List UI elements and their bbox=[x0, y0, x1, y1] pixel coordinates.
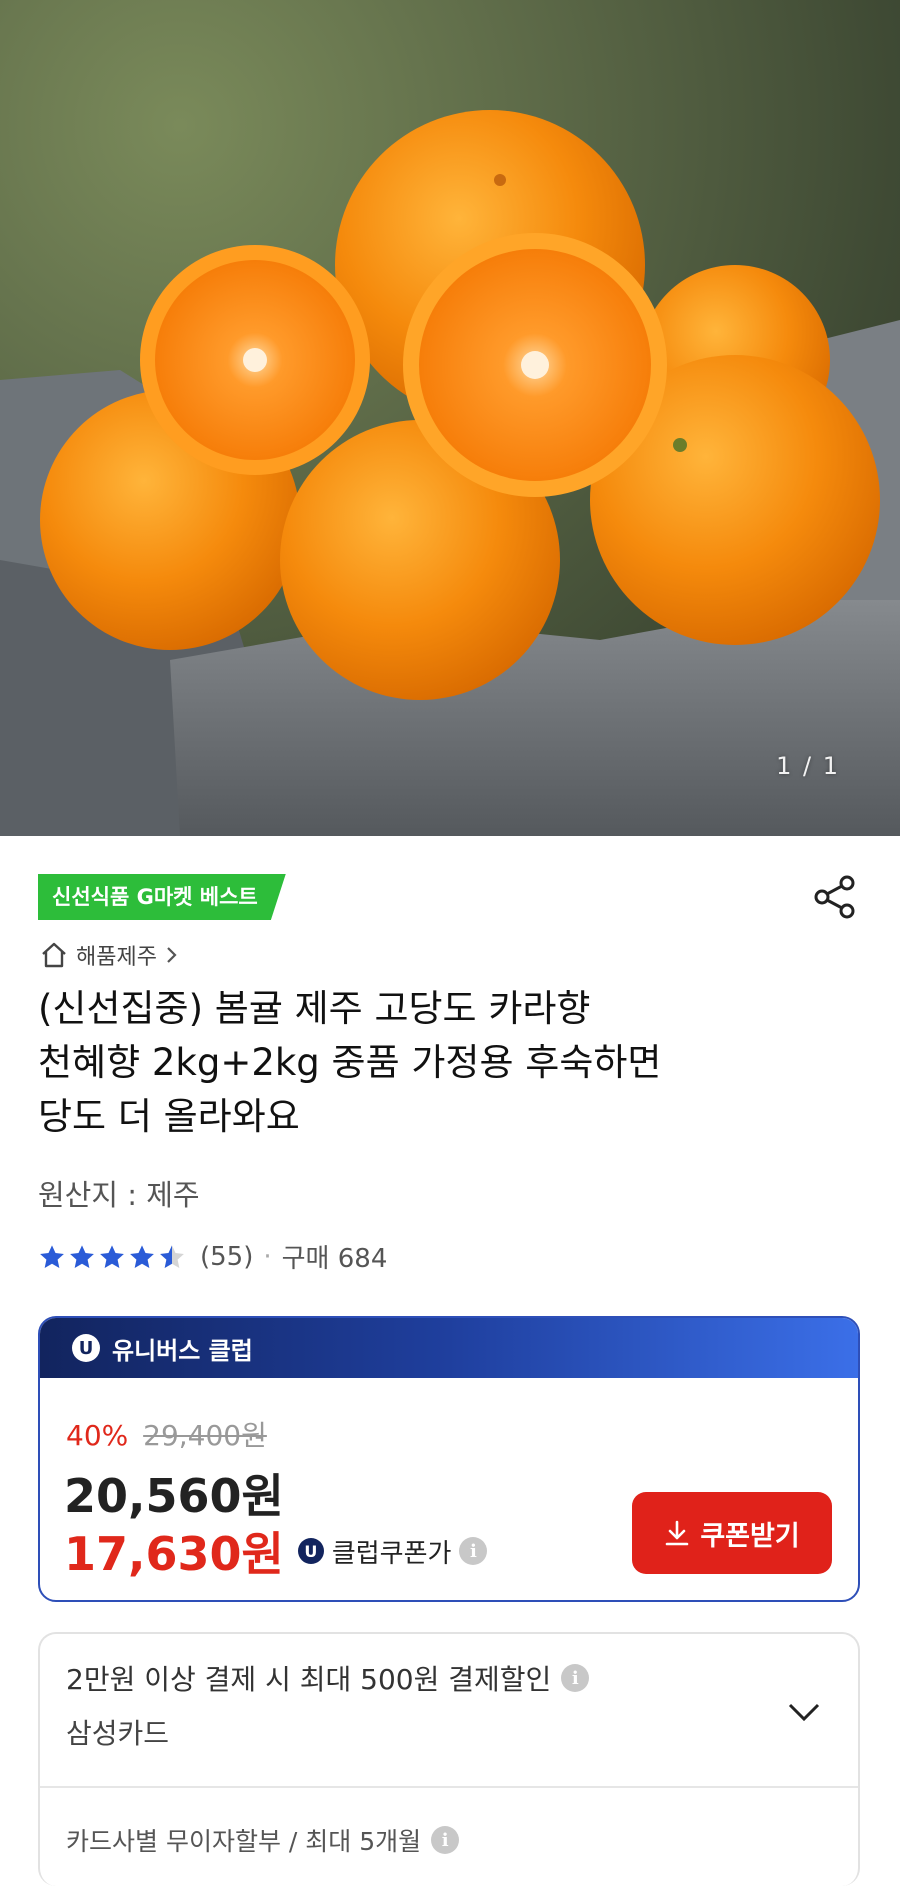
product-photo bbox=[0, 110, 900, 836]
product-title: (신선집중) 봄귤 제주 고당도 카라향 천혜향 2kg+2kg 중품 가정용 … bbox=[38, 982, 858, 1144]
star-icon bbox=[100, 1244, 124, 1268]
payment-benefits-box[interactable]: 2만원 이상 결제 시 최대 500원 결제할인 i 삼성카드 카드사별 무이자… bbox=[38, 1632, 860, 1886]
club-price-label: 클럽쿠폰가 bbox=[331, 1538, 452, 1569]
product-image[interactable]: 1 / 1 bbox=[0, 0, 900, 836]
installment-row: 카드사별 무이자할부 / 최대 5개월 i bbox=[66, 1822, 460, 1858]
info-icon[interactable]: i bbox=[459, 1537, 488, 1565]
origin-info: 원산지 : 제주 bbox=[38, 1178, 200, 1212]
best-badge: 신선식품 G마켓 베스트 bbox=[38, 874, 286, 920]
universe-club-icon: U bbox=[72, 1334, 100, 1362]
info-icon[interactable]: i bbox=[561, 1664, 590, 1692]
discount-percent: 40% bbox=[66, 1419, 129, 1452]
seller-link[interactable]: 해품제주 bbox=[40, 938, 179, 972]
title-line: 천혜향 2kg+2kg 중품 가정용 후숙하면 bbox=[38, 1041, 662, 1084]
sale-price: 20,560원 bbox=[64, 1469, 284, 1523]
review-count: (55) bbox=[200, 1241, 254, 1272]
image-counter: 1 / 1 bbox=[776, 752, 840, 780]
download-icon bbox=[666, 1520, 689, 1546]
title-line: (신선집중) 봄귤 제주 고당도 카라향 bbox=[38, 987, 591, 1030]
club-header-label: 유니버스 클럽 bbox=[112, 1336, 253, 1365]
chevron-down-icon[interactable] bbox=[786, 1700, 822, 1724]
club-header: U 유니버스 클럽 bbox=[40, 1318, 858, 1378]
separator-dot: · bbox=[263, 1241, 272, 1272]
purchase-count: 구매 684 bbox=[281, 1244, 388, 1274]
club-price-row: 17,630원 U 클럽쿠폰가 i bbox=[64, 1518, 488, 1584]
info-icon[interactable]: i bbox=[431, 1826, 460, 1854]
installment-text: 카드사별 무이자할부 / 최대 5개월 bbox=[66, 1827, 422, 1856]
home-icon bbox=[42, 942, 66, 968]
payment-discount-row: 2만원 이상 결제 시 최대 500원 결제할인 i bbox=[66, 1658, 590, 1698]
payment-discount-text: 2만원 이상 결제 시 최대 500원 결제할인 bbox=[66, 1663, 552, 1696]
rating-row[interactable]: (55) · 구매 684 bbox=[38, 1238, 387, 1275]
universe-club-box: U 유니버스 클럽 40% 29,400원 20,560원 17,630원 U … bbox=[38, 1316, 860, 1602]
original-price: 29,400원 bbox=[143, 1419, 267, 1452]
seller-name: 해품제주 bbox=[76, 945, 157, 970]
star-icon bbox=[130, 1244, 154, 1268]
divider bbox=[40, 1786, 858, 1788]
star-rating bbox=[38, 1243, 186, 1271]
discount-row: 40% 29,400원 bbox=[66, 1414, 267, 1454]
star-icon bbox=[40, 1244, 64, 1268]
star-icon bbox=[70, 1244, 94, 1268]
get-coupon-label: 쿠폰받기 bbox=[700, 1520, 800, 1552]
universe-club-icon: U bbox=[297, 1538, 324, 1564]
chevron-right-icon bbox=[167, 947, 177, 963]
club-coupon-price: 17,630원 bbox=[64, 1527, 284, 1581]
half-star-icon bbox=[160, 1244, 184, 1268]
get-coupon-button[interactable]: 쿠폰받기 bbox=[632, 1492, 832, 1574]
share-icon[interactable] bbox=[812, 874, 858, 920]
title-line: 당도 더 올라와요 bbox=[38, 1095, 300, 1138]
card-name: 삼성카드 bbox=[66, 1717, 170, 1750]
